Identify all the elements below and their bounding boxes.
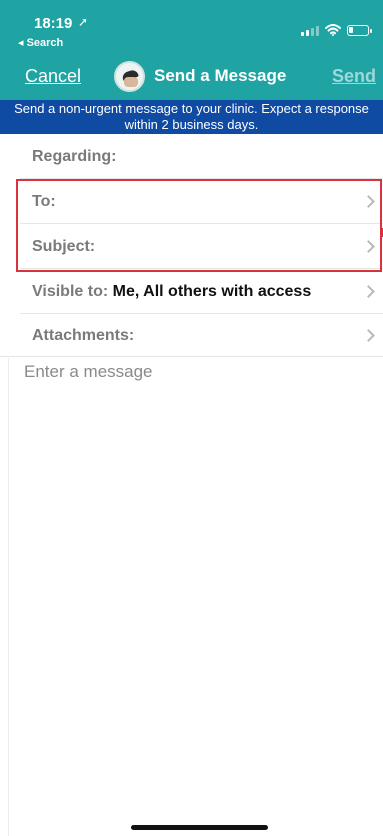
back-to-search-link[interactable]: ◂ Search bbox=[18, 36, 63, 49]
info-banner-text: Send a non-urgent message to your clinic… bbox=[14, 101, 369, 132]
visible-to-label-text: Visible to: bbox=[32, 283, 109, 300]
avatar bbox=[114, 61, 145, 92]
chevron-right-icon bbox=[362, 329, 375, 342]
attachments-row[interactable]: Attachments: bbox=[0, 314, 383, 356]
attachments-label: Attachments: bbox=[32, 327, 135, 344]
info-banner: Send a non-urgent message to your clinic… bbox=[0, 100, 383, 134]
send-button[interactable]: Send bbox=[332, 66, 376, 87]
wifi-icon bbox=[325, 24, 341, 36]
battery-icon bbox=[347, 24, 372, 36]
status-icons bbox=[301, 24, 372, 36]
status-time: 18:19 bbox=[34, 15, 73, 32]
signal-icon bbox=[301, 25, 319, 36]
page-title: Send a Message bbox=[154, 66, 287, 85]
home-indicator[interactable] bbox=[131, 825, 268, 830]
regarding-row: Regarding: bbox=[0, 134, 383, 178]
visible-to-label: Visible to: Me, All others with access bbox=[32, 283, 311, 301]
highlight-box bbox=[16, 179, 382, 272]
visible-to-row[interactable]: Visible to: Me, All others with access bbox=[0, 269, 383, 313]
message-input[interactable]: Enter a message bbox=[24, 362, 153, 382]
cancel-button[interactable]: Cancel bbox=[25, 66, 81, 87]
regarding-label: Regarding: bbox=[32, 148, 117, 165]
visible-to-value: Me, All others with access bbox=[112, 283, 312, 300]
location-arrow-icon: ➚ bbox=[78, 15, 89, 29]
chevron-right-icon bbox=[362, 285, 375, 298]
divider bbox=[8, 358, 9, 836]
divider bbox=[0, 356, 383, 357]
